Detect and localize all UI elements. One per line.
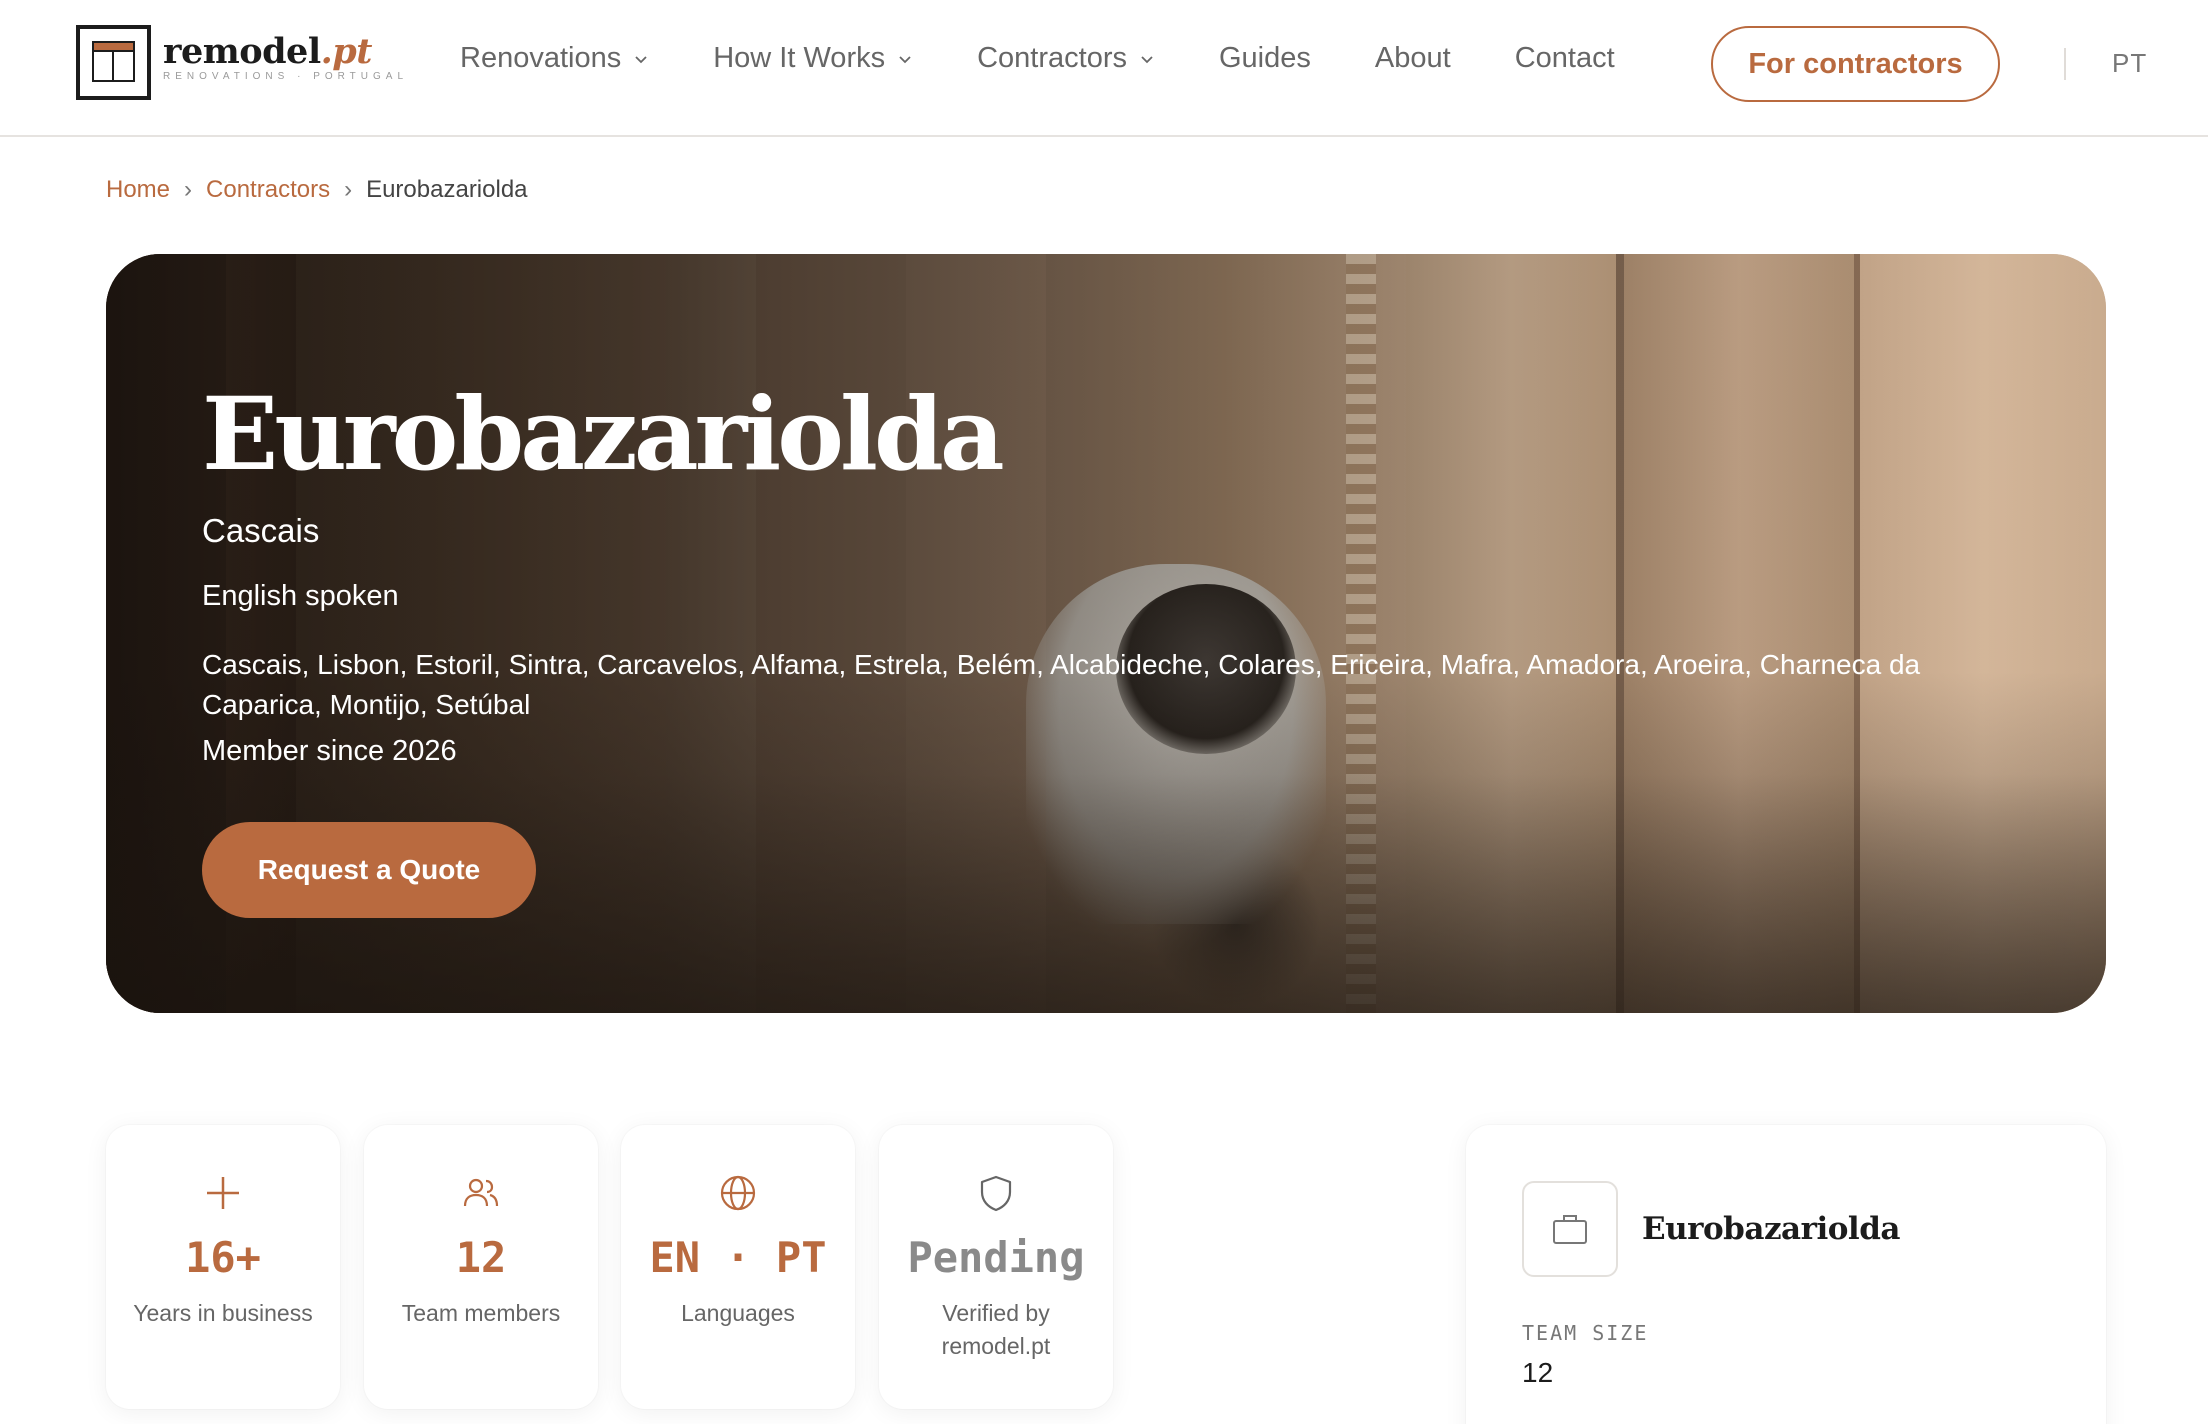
breadcrumb: Home › Contractors › Eurobazariolda xyxy=(106,176,528,204)
nav-item-label: How It Works xyxy=(713,42,886,74)
nav-item-how-it-works[interactable]: How It Works xyxy=(713,42,913,75)
stat-card-languages: EN · PT Languages xyxy=(621,1125,855,1409)
nav-item-contact[interactable]: Contact xyxy=(1515,42,1615,75)
briefcase-icon xyxy=(1553,1215,1587,1244)
plus-icon xyxy=(207,1177,239,1209)
service-areas: Cascais, Lisbon, Estoril, Sintra, Carcav… xyxy=(202,649,1921,720)
divider xyxy=(2064,48,2066,80)
stat-card-verification: Pending Verified by remodel.pt xyxy=(879,1125,1113,1409)
team-size-value: 12 xyxy=(1522,1357,1554,1388)
team-size-label: TEAM SIZE xyxy=(1522,1321,1649,1345)
site-header: remodel.pt RENOVATIONS · PORTUGAL Renova… xyxy=(0,0,2208,137)
nav-item-label: About xyxy=(1374,42,1451,74)
breadcrumb-home-link[interactable]: Home xyxy=(106,176,170,204)
hero-banner: Eurobazariolda Cascais English spoken Ca… xyxy=(106,254,2106,1013)
site-logo[interactable]: remodel.pt RENOVATIONS · PORTUGAL xyxy=(76,25,408,100)
logo-wordmark: remodel.pt xyxy=(163,31,372,72)
hero-content: Eurobazariolda Cascais English spoken Ca… xyxy=(202,374,2102,768)
stat-label: Team members xyxy=(401,1300,561,1326)
stat-value: 12 xyxy=(455,1233,507,1282)
language-note: English spoken xyxy=(202,580,399,612)
language-switcher[interactable]: PT xyxy=(2112,48,2147,79)
request-quote-button[interactable]: Request a Quote xyxy=(202,822,536,918)
chevron-down-icon xyxy=(635,55,647,63)
users-icon xyxy=(463,1178,499,1207)
nav-item-label: Renovations xyxy=(460,42,622,74)
stat-label: Languages xyxy=(681,1300,795,1326)
nav-item-contractors[interactable]: Contractors xyxy=(977,42,1155,75)
stat-label: Years in business xyxy=(133,1300,313,1326)
summary-contractor-name: Eurobazariolda xyxy=(1642,1211,1900,1247)
nav-item-renovations[interactable]: Renovations xyxy=(460,42,649,75)
nav-item-label: Contractors xyxy=(977,42,1127,74)
chevron-right-icon: › xyxy=(344,176,353,203)
stat-value: Pending xyxy=(907,1233,1085,1282)
member-since: Member since 2026 xyxy=(202,735,457,767)
contractor-summary-card: Eurobazariolda TEAM SIZE 12 xyxy=(1466,1125,2106,1424)
breadcrumb-contractors-link[interactable]: Contractors xyxy=(206,176,330,204)
globe-icon xyxy=(720,1175,756,1211)
logo-tagline: RENOVATIONS · PORTUGAL xyxy=(163,71,409,82)
nav-item-guides[interactable]: Guides xyxy=(1219,42,1311,75)
stat-card-years: 16+ Years in business xyxy=(106,1125,340,1409)
breadcrumb-current: Eurobazariolda xyxy=(366,176,528,203)
nav-item-label: Contact xyxy=(1514,42,1615,74)
chevron-right-icon: › xyxy=(184,176,193,203)
logo-mark-icon xyxy=(76,25,151,100)
nav-item-label: Guides xyxy=(1219,42,1311,74)
shield-icon xyxy=(980,1175,1012,1212)
stat-card-team: 12 Team members xyxy=(364,1125,598,1409)
stat-value: 16+ xyxy=(185,1233,261,1282)
stat-value: EN · PT xyxy=(649,1233,827,1282)
stat-label: Verified by remodel.pt xyxy=(941,1300,1051,1359)
chevron-down-icon xyxy=(1141,55,1153,63)
contractor-city: Cascais xyxy=(202,512,320,549)
nav-item-about[interactable]: About xyxy=(1375,42,1451,75)
chevron-down-icon xyxy=(899,55,911,63)
avatar xyxy=(1522,1181,1618,1277)
main-nav: Renovations How It Works Contractors Gui… xyxy=(460,42,1679,75)
for-contractors-button[interactable]: For contractors xyxy=(1711,26,2000,102)
contractor-name: Eurobazariolda xyxy=(202,375,1005,493)
